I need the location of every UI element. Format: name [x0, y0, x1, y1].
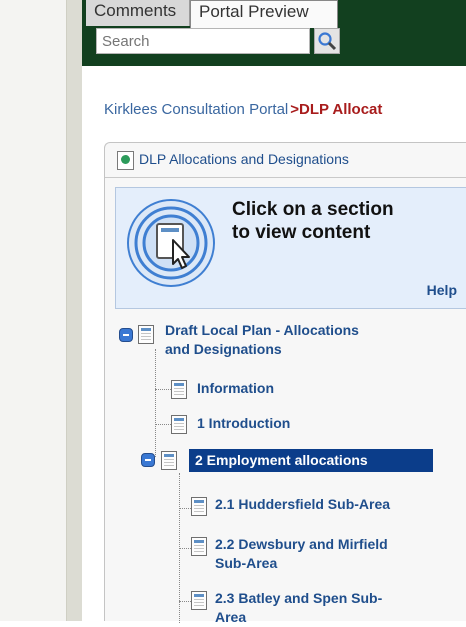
contents-tree: Draft Local Plan - Allocations and Desig…	[105, 313, 466, 625]
left-background	[0, 0, 66, 621]
panel-title: DLP Allocations and Designations	[139, 151, 349, 167]
breadcrumb-current: DLP Allocat	[299, 101, 383, 118]
help-box: Click on a section to view content Help	[115, 187, 466, 309]
search-button[interactable]	[314, 28, 340, 54]
page-icon	[171, 380, 187, 399]
help-instructions: Click on a section to view content	[232, 199, 394, 243]
tab-portal-preview[interactable]: Portal Preview	[190, 0, 338, 28]
page-icon	[161, 451, 177, 470]
breadcrumb-separator: >	[290, 101, 300, 118]
breadcrumb-home-link[interactable]: Kirklees Consultation Portal	[104, 101, 288, 118]
breadcrumb: Kirklees Consultation Portal >DLP Allocat	[104, 101, 382, 118]
collapse-icon[interactable]	[141, 453, 155, 467]
tree-connector	[155, 424, 171, 425]
tree-item-information[interactable]: Information	[197, 379, 274, 398]
page-icon	[171, 415, 187, 434]
page-icon	[191, 537, 207, 556]
tree-connector	[155, 389, 171, 390]
page-icon	[138, 325, 154, 344]
tree-connector	[155, 349, 156, 457]
tree-item-dewsbury-mirfield[interactable]: 2.2 Dewsbury and Mirfield Sub-Area	[215, 535, 465, 573]
tree-connector	[179, 548, 191, 549]
tree-connector	[179, 601, 191, 602]
document-globe-icon	[117, 151, 134, 170]
help-link[interactable]: Help	[427, 282, 457, 298]
click-target-icon	[127, 199, 215, 287]
panel-header: DLP Allocations and Designations	[105, 143, 466, 178]
tree-item-huddersfield[interactable]: 2.1 Huddersfield Sub-Area	[215, 495, 465, 514]
tree-connector	[179, 508, 191, 509]
search-input[interactable]	[96, 28, 310, 54]
portal-header: Comments Portal Preview	[82, 0, 466, 66]
portal-frame: Comments Portal Preview Kirklees Consult…	[82, 0, 466, 625]
tree-item-employment-allocations[interactable]: 2 Employment allocations	[189, 449, 433, 472]
tab-comments[interactable]: Comments	[86, 0, 190, 26]
left-rail	[66, 0, 83, 621]
tree-item-introduction[interactable]: 1 Introduction	[197, 414, 290, 433]
tree-item-batley-spen[interactable]: 2.3 Batley and Spen Sub- Area	[215, 589, 465, 627]
page-icon	[191, 497, 207, 516]
magnifier-icon	[318, 32, 337, 51]
collapse-icon[interactable]	[119, 328, 133, 342]
page-icon	[191, 591, 207, 610]
tree-root-label[interactable]: Draft Local Plan - Allocations and Desig…	[165, 321, 465, 359]
contents-panel: DLP Allocations and Designations Click o…	[104, 142, 466, 625]
